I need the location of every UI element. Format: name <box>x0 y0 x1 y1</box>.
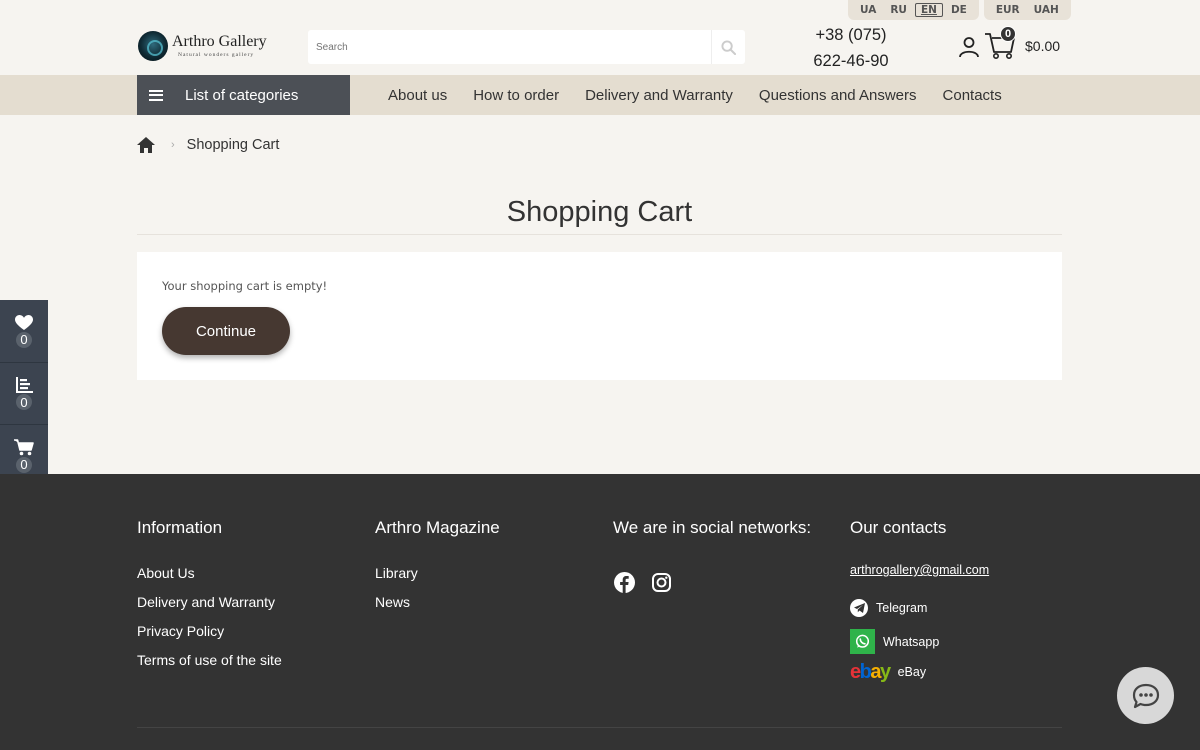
hamburger-icon <box>149 89 163 101</box>
phone-number[interactable]: +38 (075) 622-46-90 <box>800 22 902 74</box>
chat-button[interactable] <box>1117 667 1174 724</box>
cart-icon <box>14 438 34 455</box>
nav-about-us[interactable]: About us <box>375 87 460 104</box>
nav-delivery-warranty[interactable]: Delivery and Warranty <box>572 87 746 104</box>
site-logo[interactable]: Arthro Gallery Natural wonders gallery <box>138 31 267 61</box>
cart-count-badge: 0 <box>1000 26 1016 42</box>
footer-link-privacy-policy[interactable]: Privacy Policy <box>137 623 224 639</box>
contact-email-link[interactable]: arthrogallery@gmail.com <box>850 563 989 577</box>
search-bar <box>308 30 745 64</box>
page-title: Shopping Cart <box>506 196 693 228</box>
compare-count: 0 <box>16 394 32 410</box>
footer-social-heading: We are in social networks: <box>613 518 812 537</box>
cart-content: Your shopping cart is empty! Continue <box>137 252 1062 380</box>
footer-contacts: Our contacts <box>850 518 946 538</box>
footer-magazine: Arthro Magazine <box>375 518 500 538</box>
breadcrumb-separator-icon: › <box>171 139 175 151</box>
currency-switcher: EUR UAH <box>983 0 1071 20</box>
currency-uah[interactable]: UAH <box>1028 3 1065 17</box>
contact-whatsapp[interactable]: Whatsapp <box>850 629 939 654</box>
footer-magazine-heading: Arthro Magazine <box>375 518 500 537</box>
side-wishlist[interactable]: 0 <box>0 300 48 363</box>
home-icon[interactable] <box>137 137 155 153</box>
phone-line-2: 622-46-90 <box>813 52 889 70</box>
phone-line-1: +38 (075) <box>815 26 887 44</box>
footer-information-heading: Information <box>137 518 223 537</box>
title-divider <box>137 234 1062 235</box>
footer-social: We are in social networks: <box>613 518 811 538</box>
breadcrumb-current: Shopping Cart <box>186 137 280 153</box>
footer-information: Information <box>137 518 222 538</box>
search-icon <box>721 39 736 55</box>
side-compare[interactable]: 0 <box>0 363 48 425</box>
logo-subtitle: Natural wonders gallery <box>178 52 255 58</box>
nav-faq[interactable]: Questions and Answers <box>746 87 930 104</box>
account-button[interactable] <box>958 36 980 63</box>
empty-cart-message: Your shopping cart is empty! <box>162 279 328 293</box>
whatsapp-icon <box>850 629 875 654</box>
side-widget: 0 0 0 <box>0 300 48 487</box>
lang-en[interactable]: EN <box>914 3 943 17</box>
compare-chart-icon <box>15 377 33 393</box>
chat-bubble-icon <box>1132 683 1159 708</box>
nav-how-to-order[interactable]: How to order <box>460 87 572 104</box>
categories-menu-button[interactable]: List of categories <box>137 75 350 115</box>
top-switchers: UA RU EN DE EUR UAH <box>848 0 1071 20</box>
social-icons <box>614 572 672 593</box>
lang-de[interactable]: DE <box>945 3 973 17</box>
logo-title: Arthro Gallery <box>172 33 267 50</box>
facebook-icon[interactable] <box>614 572 635 593</box>
breadcrumb: › Shopping Cart <box>137 137 279 153</box>
telegram-label: Telegram <box>876 601 928 615</box>
footer-link-delivery-warranty[interactable]: Delivery and Warranty <box>137 594 275 610</box>
footer-link-terms[interactable]: Terms of use of the site <box>137 652 282 668</box>
logo-emblem-icon <box>138 31 168 61</box>
cart-total: $0.00 <box>1025 38 1061 54</box>
nav-contacts[interactable]: Contacts <box>930 87 1015 104</box>
wishlist-count: 0 <box>16 331 32 348</box>
lang-ru[interactable]: RU <box>884 3 913 17</box>
search-input[interactable] <box>308 30 711 64</box>
side-cart-count: 0 <box>16 456 32 473</box>
instagram-icon[interactable] <box>651 572 672 593</box>
footer-contacts-heading: Our contacts <box>850 518 947 537</box>
footer-link-news[interactable]: News <box>375 594 410 610</box>
lang-ua[interactable]: UA <box>854 3 882 17</box>
main-nav: List of categories About us How to order… <box>0 75 1200 115</box>
user-icon <box>959 37 979 58</box>
whatsapp-label: Whatsapp <box>883 634 940 649</box>
ebay-label: eBay <box>897 665 927 679</box>
language-switcher: UA RU EN DE <box>848 0 979 20</box>
footer-divider <box>137 727 1062 728</box>
search-button[interactable] <box>711 30 745 64</box>
heart-icon <box>15 314 33 330</box>
telegram-icon <box>850 599 868 617</box>
footer: Information About Us Delivery and Warran… <box>0 474 1200 750</box>
currency-eur[interactable]: EUR <box>990 3 1026 17</box>
contact-telegram[interactable]: Telegram <box>850 599 927 617</box>
footer-link-about-us[interactable]: About Us <box>137 565 195 581</box>
footer-link-library[interactable]: Library <box>375 565 418 581</box>
categories-label: List of categories <box>185 86 299 104</box>
nav-links: About us How to order Delivery and Warra… <box>375 75 1015 115</box>
continue-button[interactable]: Continue <box>162 307 290 355</box>
contact-ebay[interactable]: ebay eBay <box>850 662 926 682</box>
ebay-logo-icon: ebay <box>850 661 891 683</box>
header-cart[interactable]: 0 $0.00 <box>984 26 1060 60</box>
